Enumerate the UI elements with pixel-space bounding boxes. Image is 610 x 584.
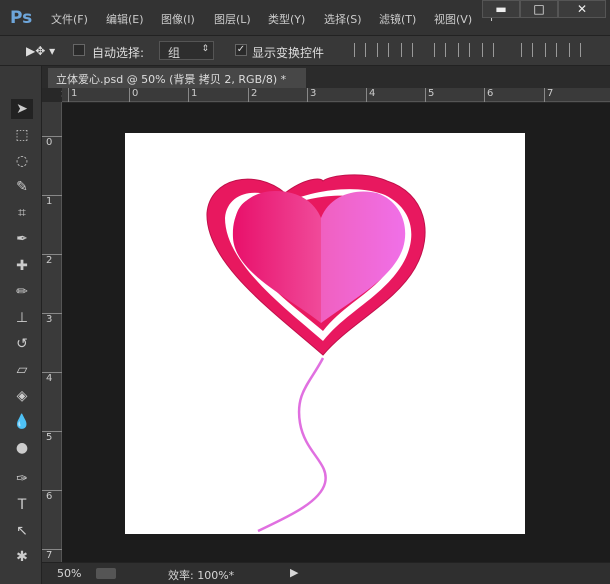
photoshop-logo: Ps [10, 8, 33, 28]
marquee-tool-icon[interactable]: ⬚ [11, 125, 33, 145]
eraser-tool-icon[interactable]: ▱ [11, 360, 33, 380]
auto-select-label: 自动选择: [92, 46, 145, 60]
menu-select[interactable]: 选择(S) [324, 11, 362, 27]
efficiency-status: 效率: 100%* [168, 569, 235, 582]
ruler-label: 1 [68, 88, 77, 102]
align-vcenter-icon[interactable] [377, 43, 389, 57]
status-menu-arrow-icon[interactable]: ▶ [290, 566, 298, 579]
ruler-label: 5 [425, 88, 434, 102]
menu-type[interactable]: 类型(Y) [268, 11, 305, 27]
ruler-label: 4 [366, 88, 375, 102]
tools-panel: ➤ ⬚ ◌ ✎ ⌗ ✒ ✚ ✏ ⊥ ↺ ▱ ◈ 💧 ● ✑ T ↖ ✱ [0, 66, 42, 584]
options-bar: ▶✥ ▾ 自动选择: 组 ⇕ ✓ 显示变换控件 [0, 36, 610, 66]
menu-filter[interactable]: 滤镜(T) [379, 11, 416, 27]
horizontal-ruler[interactable]: 1 0 1 2 3 4 5 6 7 [62, 88, 610, 102]
path-select-tool-icon[interactable]: ↖ [11, 521, 33, 541]
align-top-icon[interactable] [354, 43, 366, 57]
menu-file[interactable]: 文件(F) [51, 11, 88, 27]
ruler-label: 0 [129, 88, 138, 102]
auto-select-dropdown[interactable]: 组 ⇕ [159, 41, 214, 60]
align-left-icon[interactable] [434, 43, 446, 57]
close-button[interactable]: ✕ [558, 0, 606, 18]
document-tab-title: 立体爱心.psd @ 50% (背景 拷贝 2, RGB/8) * [56, 73, 287, 86]
status-icon[interactable] [96, 568, 116, 579]
move-tool-icon[interactable]: ➤ [11, 99, 33, 119]
auto-select-checkbox[interactable] [73, 44, 85, 56]
auto-select-value: 组 [168, 46, 181, 60]
healing-brush-tool-icon[interactable]: ✚ [11, 256, 33, 276]
canvas[interactable] [125, 133, 525, 534]
heart-balloon-artwork [206, 174, 426, 533]
ruler-label: 0 [42, 136, 62, 148]
ruler-label: 4 [42, 372, 62, 384]
spinner-icon: ⇕ [201, 44, 209, 54]
lasso-tool-icon[interactable]: ◌ [11, 151, 33, 171]
ruler-label: 5 [42, 431, 62, 443]
dodge-tool-icon[interactable]: ● [11, 438, 33, 458]
ruler-label: 2 [248, 88, 257, 102]
ruler-label: 1 [42, 195, 62, 207]
history-brush-tool-icon[interactable]: ↺ [11, 334, 33, 354]
minimize-button[interactable]: ▬ [482, 0, 520, 18]
ruler-label: 3 [307, 88, 316, 102]
eyedropper-tool-icon[interactable]: ✒ [11, 229, 33, 249]
ruler-label: 2 [42, 254, 62, 266]
ruler-label: 1 [188, 88, 197, 102]
distribute-top-icon[interactable] [521, 43, 533, 57]
balloon-string [257, 357, 327, 533]
ruler-label: 6 [484, 88, 493, 102]
distribute-bottom-icon[interactable] [569, 43, 581, 57]
align-bottom-icon[interactable] [401, 43, 413, 57]
quick-select-tool-icon[interactable]: ✎ [11, 177, 33, 197]
paint-bucket-tool-icon[interactable]: ◈ [11, 386, 33, 406]
ruler-label: 3 [42, 313, 62, 325]
vertical-ruler[interactable]: 0 1 2 3 4 5 6 7 [42, 102, 62, 562]
menu-layer[interactable]: 图层(L) [214, 11, 251, 27]
ruler-label: 7 [544, 88, 553, 102]
maximize-button[interactable]: □ [520, 0, 558, 18]
menu-edit[interactable]: 编辑(E) [106, 11, 144, 27]
menu-image[interactable]: 图像(I) [161, 11, 195, 27]
type-tool-icon[interactable]: T [11, 495, 33, 515]
document-workspace [62, 103, 610, 562]
show-transform-checkbox[interactable]: ✓ [235, 44, 247, 56]
blur-tool-icon[interactable]: 💧 [11, 412, 33, 432]
crop-tool-icon[interactable]: ⌗ [11, 203, 33, 223]
distribute-vcenter-icon[interactable] [545, 43, 557, 57]
align-hcenter-icon[interactable] [458, 43, 470, 57]
status-bar: 50% 效率: 100%* ▶ [42, 562, 610, 584]
clone-stamp-tool-icon[interactable]: ⊥ [11, 308, 33, 328]
custom-shape-tool-icon[interactable]: ✱ [11, 547, 33, 567]
brush-tool-icon[interactable]: ✏ [11, 282, 33, 302]
show-transform-label: 显示变换控件 [252, 46, 325, 60]
ruler-label: 7 [42, 549, 62, 561]
pen-tool-icon[interactable]: ✑ [11, 469, 33, 489]
menu-view[interactable]: 视图(V) [434, 11, 472, 27]
align-right-icon[interactable] [482, 43, 494, 57]
ruler-label: 6 [42, 490, 62, 502]
menu-bar: Ps 文件(F) 编辑(E) 图像(I) 图层(L) 类型(Y) 选择(S) 滤… [0, 0, 610, 36]
move-tool-preset-icon[interactable]: ▶✥ ▾ [26, 44, 55, 58]
zoom-level[interactable]: 50% [57, 567, 81, 580]
document-tab-bar: 立体爱心.psd @ 50% (背景 拷贝 2, RGB/8) * × [42, 66, 610, 100]
document-tab[interactable]: 立体爱心.psd @ 50% (背景 拷贝 2, RGB/8) * × [48, 68, 306, 100]
